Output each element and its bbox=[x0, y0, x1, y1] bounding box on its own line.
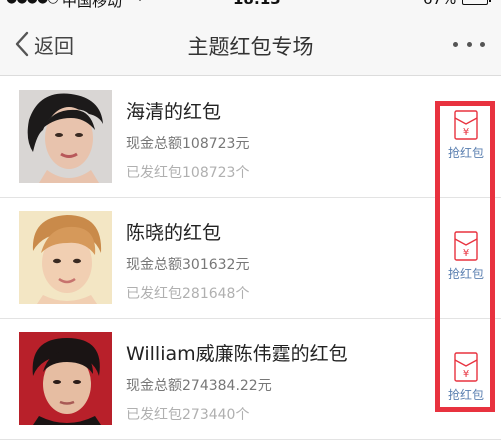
more-options-button[interactable] bbox=[453, 34, 485, 54]
item-name: 陈晓的红包 bbox=[126, 222, 222, 244]
carrier-label: 中国移动 bbox=[62, 0, 123, 10]
grab-label: 抢红包 bbox=[447, 388, 484, 402]
grab-red-packet-button[interactable]: ¥ 抢红包 bbox=[443, 231, 489, 287]
nav-bar: 返回 主题红包专场 bbox=[0, 12, 501, 76]
status-bar: ●●●●○ 中国移动 18:13 67% bbox=[0, 0, 501, 12]
dot-icon bbox=[466, 41, 472, 47]
red-envelope-icon: ¥ bbox=[454, 110, 478, 140]
dot-icon bbox=[453, 41, 458, 47]
item-sent-count: 已发红包108723个 bbox=[126, 165, 250, 181]
screen: ●●●●○ 中国移动 18:13 67% 返回 主题红包专场 bbox=[0, 0, 501, 441]
battery-percent: 67% bbox=[423, 0, 456, 8]
avatar bbox=[19, 332, 112, 425]
item-sent-count: 已发红包281648个 bbox=[126, 286, 250, 302]
red-envelope-icon: ¥ bbox=[454, 352, 478, 382]
item-total-amount: 现金总额274384.22元 bbox=[126, 378, 272, 394]
list-item[interactable]: 海清的红包 现金总额108723元 已发红包108723个 ¥ 抢红包 bbox=[0, 77, 501, 198]
envelope-symbol: ¥ bbox=[463, 369, 469, 380]
clock: 18:13 bbox=[233, 0, 281, 8]
red-packet-list: 海清的红包 现金总额108723元 已发红包108723个 ¥ 抢红包 陈晓的红… bbox=[0, 77, 501, 440]
list-item[interactable]: William威廉陈伟霆的红包 现金总额274384.22元 已发红包27344… bbox=[0, 319, 501, 440]
envelope-symbol: ¥ bbox=[463, 248, 469, 259]
wifi-icon bbox=[132, 0, 148, 7]
grab-red-packet-button[interactable]: ¥ 抢红包 bbox=[443, 110, 489, 166]
item-name: William威廉陈伟霆的红包 bbox=[126, 343, 348, 365]
item-sent-count: 已发红包273440个 bbox=[126, 407, 250, 423]
item-name: 海清的红包 bbox=[126, 101, 222, 123]
page-title: 主题红包专场 bbox=[187, 35, 314, 59]
avatar bbox=[19, 211, 112, 304]
list-item[interactable]: 陈晓的红包 现金总额301632元 已发红包281648个 ¥ 抢红包 bbox=[0, 198, 501, 319]
envelope-symbol: ¥ bbox=[463, 127, 469, 138]
grab-red-packet-button[interactable]: ¥ 抢红包 bbox=[443, 352, 489, 408]
battery-icon bbox=[462, 0, 491, 5]
grab-label: 抢红包 bbox=[447, 267, 484, 281]
red-envelope-icon: ¥ bbox=[454, 231, 478, 261]
signal-strength-icon: ●●●●○ bbox=[6, 0, 59, 6]
item-total-amount: 现金总额108723元 bbox=[126, 136, 250, 152]
dot-icon bbox=[480, 41, 485, 47]
avatar bbox=[19, 90, 112, 183]
grab-label: 抢红包 bbox=[447, 146, 484, 160]
item-total-amount: 现金总额301632元 bbox=[126, 257, 250, 273]
